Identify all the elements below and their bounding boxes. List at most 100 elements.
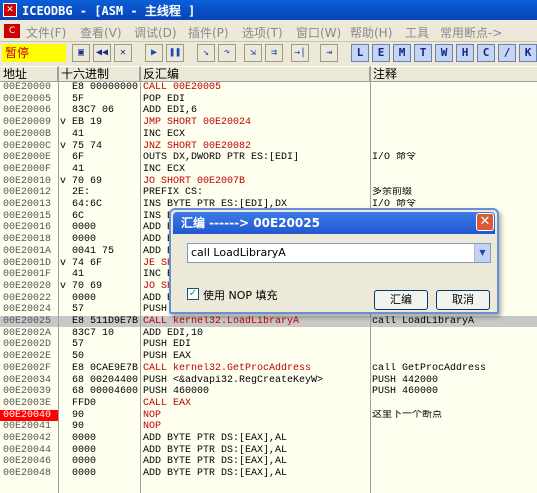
open-icon[interactable]: ▣ xyxy=(72,44,90,62)
mdi-child-icon[interactable]: C xyxy=(4,24,20,38)
row-address: 00E20012 xyxy=(3,187,52,199)
menu-tools[interactable]: 工具 xyxy=(405,24,429,41)
disasm-row[interactable]: 00E20010 v 70 69 JO SHORT 00E2007B xyxy=(0,176,537,187)
disasm-row[interactable]: 00E20040 90 NOP 这里下一个断点 xyxy=(0,409,537,421)
menu-help[interactable]: 帮助(H) xyxy=(350,24,392,41)
column-headers: 地址 十六进制 反汇编 注释 xyxy=(0,66,537,82)
disasm-row[interactable]: 00E20009 v EB 19 JMP SHORT 00E20024 xyxy=(0,117,537,128)
row-hex: 64:6C xyxy=(72,199,103,210)
jump-marker: v xyxy=(60,175,67,187)
disasm-row[interactable]: 00E20025 E8 511D9E7B CALL kernel32.LoadLib… xyxy=(0,316,537,328)
assemble-input-value: call LoadLibraryA xyxy=(191,246,286,259)
column-divider xyxy=(140,66,141,493)
assemble-dialog: 汇编 ------> 00E20025 ✕ call LoadLibraryA … xyxy=(169,208,499,314)
row-address: 00E20013 xyxy=(3,199,52,210)
header-comment[interactable]: 注释 xyxy=(370,67,537,82)
row-hex: 0000 xyxy=(72,292,97,304)
menu-plugins[interactable]: 插件(P) xyxy=(188,24,229,41)
disasm-row[interactable]: 00E20006 83C7 06 ADD EDI,6 xyxy=(0,105,537,116)
row-disasm: INC ECX xyxy=(143,163,186,175)
patches-window-button[interactable]: / xyxy=(498,44,516,62)
disasm-row[interactable]: 00E20046 0000 ADD BYTE PTR DS:[EAX],AL xyxy=(0,456,537,467)
dialog-title: 汇编 ------> 00E20025 xyxy=(173,212,495,234)
assemble-button[interactable]: 汇编 xyxy=(374,290,428,310)
row-comment: PUSH 460000 xyxy=(372,386,439,398)
disasm-row[interactable]: 00E2002D 57 PUSH EDI xyxy=(0,339,537,350)
disasm-row[interactable]: 00E2000E 6F OUTS DX,DWORD PTR ES:[EDI] I/O … xyxy=(0,152,537,163)
row-hex: 70 69 xyxy=(72,175,103,187)
menu-common-breakpoints[interactable]: 常用断点-> xyxy=(440,24,502,41)
disasm-row[interactable]: 00E20012 2E: PREFIX CS: 多余前缀 xyxy=(0,187,537,198)
restart-icon[interactable]: ◀◀ xyxy=(93,44,111,62)
row-address: 00E20034 xyxy=(3,374,52,386)
disasm-row[interactable]: 00E2002F E8 0CAE9E7B CALL kernel32.GetProc… xyxy=(0,363,537,374)
row-address: 00E20005 xyxy=(3,93,52,105)
cancel-button[interactable]: 取消 xyxy=(436,290,490,310)
assemble-input[interactable]: call LoadLibraryA ▼ xyxy=(187,243,491,263)
row-hex: 75 74 xyxy=(72,140,103,152)
memory-window-button[interactable]: M xyxy=(393,44,411,62)
row-hex: E8 0CAE9E7B xyxy=(72,362,139,374)
log-window-button[interactable]: L xyxy=(351,44,369,62)
dialog-close-icon[interactable]: ✕ xyxy=(476,213,494,231)
modules-window-button[interactable]: E xyxy=(372,44,390,62)
disasm-row[interactable]: 00E20048 0000 ADD BYTE PTR DS:[EAX],AL xyxy=(0,468,537,479)
run-icon[interactable]: ▶ xyxy=(145,44,163,62)
execute-till-return-icon[interactable]: →| xyxy=(291,44,309,62)
row-disasm: CALL kernel32.LoadLibraryA xyxy=(143,316,300,327)
app-icon[interactable]: ✕ xyxy=(3,3,17,17)
disasm-row[interactable]: 00E2000F 41 INC ECX xyxy=(0,164,537,175)
row-address: 00E20022 xyxy=(3,292,52,304)
jump-marker: v xyxy=(60,140,67,152)
row-disasm: CALL 00E20005 xyxy=(143,82,222,93)
disasm-row[interactable]: 00E2002E 50 PUSH EAX xyxy=(0,351,537,362)
pause-icon[interactable]: ❚❚ xyxy=(166,44,184,62)
menu-debug[interactable]: 调试(D) xyxy=(134,24,177,41)
windows-window-button[interactable]: W xyxy=(435,44,453,62)
row-address: 00E2000B xyxy=(3,128,52,140)
menu-options[interactable]: 选项(T) xyxy=(242,24,283,41)
disasm-row[interactable]: 00E20000 E8 00000000 CALL 00E20005 xyxy=(0,82,537,93)
row-disasm: JNZ SHORT 00E20082 xyxy=(143,140,252,152)
threads-window-button[interactable]: T xyxy=(414,44,432,62)
disasm-row[interactable]: 00E2000C v 75 74 JNZ SHORT 00E20082 xyxy=(0,141,537,152)
disasm-row[interactable]: 00E20005 5F POP EDI xyxy=(0,94,537,105)
row-hex: 0000 xyxy=(72,433,97,444)
trace-into-icon[interactable]: ⇲ xyxy=(244,44,262,62)
row-disasm: OUTS DX,DWORD PTR ES:[EDI] xyxy=(143,152,300,164)
disasm-row[interactable]: 00E20041 90 NOP xyxy=(0,421,537,432)
row-disasm: PUSH <&advapi32.RegCreateKeyW> xyxy=(143,374,324,386)
row-disasm: ADD EDI,6 xyxy=(143,105,198,117)
step-over-icon[interactable]: ↷ xyxy=(218,44,236,62)
menu-view[interactable]: 查看(V) xyxy=(80,24,122,41)
callstack-window-button[interactable]: K xyxy=(519,44,537,62)
disasm-row[interactable]: 00E20039 68 00004600 PUSH 460000 PUSH 46000… xyxy=(0,386,537,397)
disasm-row[interactable]: 00E2003E FFD0 CALL EAX xyxy=(0,398,537,409)
header-address[interactable]: 地址 xyxy=(0,67,58,82)
header-disasm[interactable]: 反汇编 xyxy=(140,67,370,82)
disasm-row[interactable]: 00E2002A 83C7 10 ADD EDI,10 xyxy=(0,328,537,339)
row-hex: 0000 xyxy=(72,444,97,456)
nop-fill-checkbox[interactable]: ✓ xyxy=(187,288,199,300)
close-icon[interactable]: ✕ xyxy=(114,44,132,62)
disasm-row[interactable]: 00E2000B 41 INC ECX xyxy=(0,129,537,140)
header-hex[interactable]: 十六进制 xyxy=(58,67,140,82)
goto-icon[interactable]: ⇥ xyxy=(320,44,338,62)
cpu-window-button[interactable]: C xyxy=(477,44,495,62)
row-address: 00E20018 xyxy=(3,234,52,246)
row-address: 00E2001D xyxy=(3,257,52,269)
handles-window-button[interactable]: H xyxy=(456,44,474,62)
disasm-row[interactable]: 00E20042 0000 ADD BYTE PTR DS:[EAX],AL xyxy=(0,433,537,444)
trace-over-icon[interactable]: ⇉ xyxy=(265,44,283,62)
menu-file[interactable]: 文件(F) xyxy=(26,24,66,41)
menu-window[interactable]: 窗口(W) xyxy=(296,24,341,41)
row-address: 00E2002F xyxy=(3,362,52,374)
disasm-row[interactable]: 00E20034 68 00204400 PUSH <&advapi32.RegCr… xyxy=(0,375,537,386)
row-hex: 6C xyxy=(72,210,85,222)
disasm-row[interactable]: 00E20044 0000 ADD BYTE PTR DS:[EAX],AL xyxy=(0,445,537,456)
row-address: 00E20048 xyxy=(3,468,52,480)
step-into-icon[interactable]: ↘ xyxy=(197,44,215,62)
nop-fill-label: 使用 NOP 填充 xyxy=(203,289,278,302)
chevron-down-icon[interactable]: ▼ xyxy=(474,244,490,262)
row-hex: 0041 75 xyxy=(72,245,115,257)
